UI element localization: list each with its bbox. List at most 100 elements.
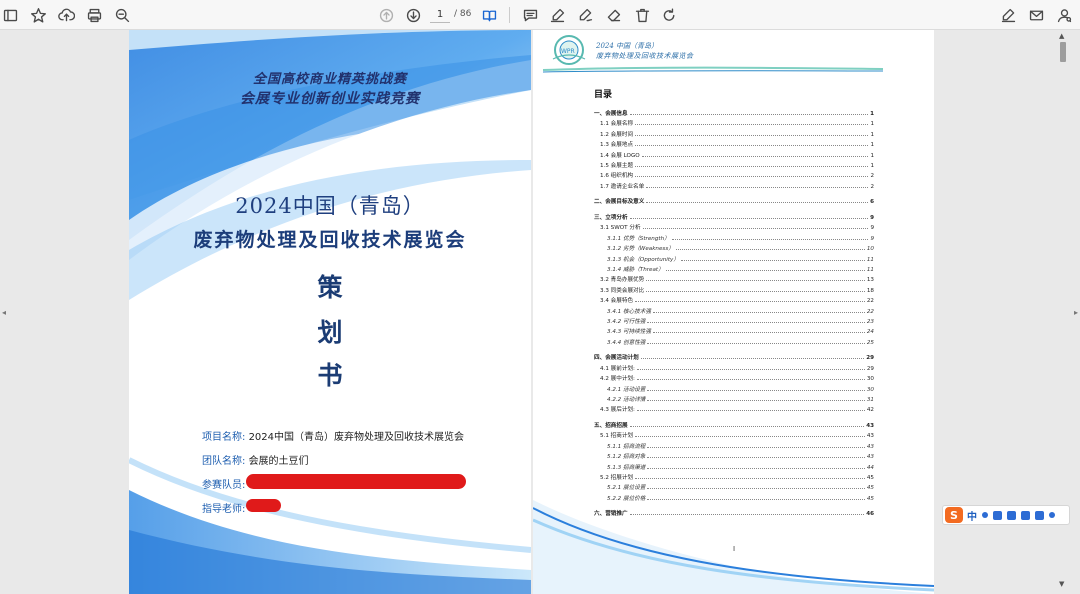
members-label: 参赛队员: [202, 480, 246, 491]
erase-icon[interactable] [603, 5, 623, 25]
mail-icon[interactable] [1026, 5, 1046, 25]
toc-entry-page: 1 [870, 152, 874, 159]
toc-entry[interactable]: 3.4.4 创意性强 25 [607, 337, 874, 346]
toc-entry-page: 1 [870, 142, 874, 149]
cover-wave-background [129, 30, 531, 594]
two-page-view-icon[interactable] [479, 5, 499, 25]
toc-entry-page: 9 [870, 215, 874, 221]
toc-entry-title: 4.2.2 活动详情 [607, 397, 646, 403]
toc-entry[interactable]: 1.6 组织机构 2 [600, 170, 874, 179]
toc-entry[interactable]: 3.4.1 核心技术强 22 [607, 306, 874, 315]
toc-leader-dots [671, 238, 869, 240]
toolbox-icon[interactable] [1035, 510, 1044, 520]
toc-entry[interactable]: 3.3 同类会展对比 18 [600, 285, 874, 294]
toc-entry-page: 25 [866, 339, 874, 346]
toc-entry[interactable]: 4.2.2 活动详情 31 [607, 394, 874, 403]
sogou-logo-icon[interactable]: S [945, 507, 963, 523]
toc-entry[interactable]: 4.3 展后计划: 42 [600, 404, 874, 413]
toc-entry[interactable]: 1.1 会展名称 1 [600, 118, 874, 127]
toc-page: WPR 2024 中国（青岛） 废弃物处理及回收技术展览会 目录 一、会展信息 1… [533, 30, 934, 594]
cloud-upload-icon[interactable] [56, 5, 76, 25]
project-name-value: 2024中国（青岛）废弃物处理及回收技术展览会 [248, 432, 465, 443]
toc-entry[interactable]: 1.7 邀请企业名单 2 [600, 181, 874, 190]
toc-entry[interactable]: 1.2 会展时间 1 [600, 129, 874, 138]
star-icon[interactable] [28, 5, 48, 25]
sign-icon[interactable] [998, 5, 1018, 25]
toc-entry[interactable]: 5.2 招展计划 45 [600, 472, 874, 481]
toc-entry-title: 3.1.3 机会（Opportunity） [607, 256, 679, 263]
toc-entry-page: 18 [866, 287, 874, 294]
toc-entry[interactable]: 1.5 会展主题 1 [600, 160, 874, 169]
scroll-up-icon[interactable]: ▲ [1059, 32, 1064, 40]
next-page-icon[interactable] [403, 5, 423, 25]
page-number: I [733, 545, 736, 553]
left-collapse-icon[interactable]: ◂ [2, 308, 6, 317]
toc-entry[interactable]: 五、招商招展 43 [594, 420, 874, 429]
toc-entry[interactable]: 3.4.3 可持续性强 24 [607, 326, 874, 335]
print-icon[interactable] [84, 5, 104, 25]
toc-entry[interactable]: 5.2.2 展位价格 45 [607, 493, 874, 502]
ime-settings-icon[interactable] [1049, 512, 1055, 518]
toc-leader-dots [629, 218, 869, 219]
highlight-pen-icon[interactable] [547, 5, 567, 25]
toc-leader-dots [647, 498, 865, 500]
scroll-thumb[interactable] [1060, 42, 1066, 62]
previous-page-icon[interactable] [376, 5, 396, 25]
toc-entry[interactable]: 1.4 会展 LOGO 1 [600, 150, 874, 159]
voice-icon[interactable] [993, 510, 1002, 520]
keyboard-icon[interactable] [1007, 510, 1016, 520]
toc-entry[interactable]: 5.1.2 招商对象 43 [607, 451, 874, 460]
toc-entry[interactable]: 六、营销推广 46 [594, 508, 874, 517]
toc-entry[interactable]: 3.1.3 机会（Opportunity） 11 [607, 254, 874, 263]
pdf-toolbar: / 86 [0, 0, 1080, 30]
toc-entry[interactable]: 4.2.1 活动设置 30 [607, 384, 874, 393]
toc-entry-title: 3.1 SWOT 分析 [600, 225, 641, 232]
toc-title: 目录 [594, 90, 613, 100]
toc-entry[interactable]: 三、立项分析 9 [594, 212, 874, 221]
redo-icon[interactable] [659, 5, 679, 25]
toc-entry[interactable]: 3.4.2 可行性强 23 [607, 316, 874, 325]
advisor-label: 指导老师: [202, 504, 246, 515]
toc-leader-dots [652, 311, 865, 313]
toc-leader-dots [640, 358, 865, 360]
toc-entry[interactable]: 4.1 展前计划: 29 [600, 363, 874, 372]
toc-entry-page: 42 [866, 407, 874, 414]
toc-entry-page: 22 [866, 308, 874, 315]
toc-entry-page: 43 [866, 423, 874, 429]
toc-entry-title: 1.1 会展名称 [600, 121, 634, 128]
toc-entry[interactable]: 5.1.1 招商流程 43 [607, 441, 874, 450]
toc-entry[interactable]: 3.1.4 威胁（Threat） 11 [607, 264, 874, 273]
toc-entry-title: 3.4.3 可持续性强 [607, 329, 651, 336]
delete-icon[interactable] [632, 5, 652, 25]
bookmark-list-icon[interactable] [0, 5, 20, 25]
page-number-input[interactable] [430, 7, 450, 23]
advisor-redaction [246, 499, 281, 512]
toc-leader-dots [629, 514, 865, 516]
skin-icon[interactable] [1021, 510, 1030, 520]
toc-entry[interactable]: 四、会展活动计划 29 [594, 352, 874, 361]
toc-entry[interactable]: 4.2 展中计划: 30 [600, 373, 874, 382]
toc-entry[interactable]: 5.1 招商计划 43 [600, 430, 874, 439]
toc-entry[interactable]: 3.1.2 劣势（Weakness） 10 [607, 243, 874, 252]
ime-language-toggle[interactable]: 中 [967, 508, 977, 523]
toc-entry[interactable]: 3.2 青岛办展优势 13 [600, 274, 874, 283]
toc-entry[interactable]: 5.2.1 展位设置 45 [607, 482, 874, 491]
right-collapse-icon[interactable]: ▸ [1074, 308, 1078, 317]
toc-entry[interactable]: 5.1.3 招商渠道 44 [607, 462, 874, 471]
toc-entry[interactable]: 一、会展信息 1 [594, 108, 874, 117]
toc-entry-page: 1 [870, 111, 874, 117]
toc-entry[interactable]: 3.4 会展特色 22 [600, 295, 874, 304]
zoom-icon[interactable] [112, 5, 132, 25]
punctuation-icon[interactable] [982, 512, 988, 518]
ime-toolbar[interactable]: S 中 [942, 505, 1070, 525]
toc-entry[interactable]: 3.1 SWOT 分析 9 [600, 222, 874, 231]
comment-icon[interactable] [520, 5, 540, 25]
account-icon[interactable] [1054, 5, 1074, 25]
toc-entry-title: 六、营销推广 [594, 511, 628, 518]
toc-entry[interactable]: 1.3 会展地点 1 [600, 139, 874, 148]
draw-icon[interactable] [575, 5, 595, 25]
toc-entry[interactable]: 3.1.1 优势（Strength） 9 [607, 233, 874, 242]
toc-entry[interactable]: 二、会展目标及意义 6 [594, 196, 874, 205]
scroll-down-icon[interactable]: ▼ [1059, 580, 1064, 588]
toc-leader-dots [635, 134, 869, 136]
